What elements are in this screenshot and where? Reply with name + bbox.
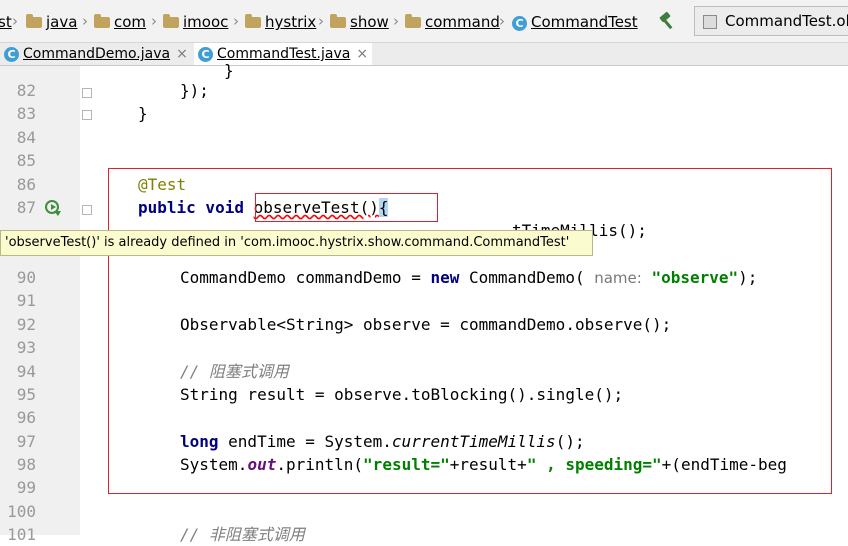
class-icon: C <box>198 47 213 62</box>
navigation-bar: st › java › com › imooc › hystrix › show… <box>0 0 848 43</box>
line-number: 94 <box>16 362 36 381</box>
run-config-icon <box>703 15 717 29</box>
line-number: 90 <box>16 268 36 287</box>
line-number: 83 <box>16 104 36 123</box>
tab-commanddemo[interactable]: C CommandDemo.java × <box>0 43 192 65</box>
breadcrumb-item-hystrix[interactable]: hystrix <box>245 12 316 32</box>
folder-icon <box>245 14 261 28</box>
folder-icon <box>330 14 346 28</box>
line-number: 97 <box>16 432 36 451</box>
close-icon[interactable]: × <box>356 46 368 62</box>
line-number: 85 <box>16 151 36 170</box>
chevron-right-icon: › <box>12 12 18 30</box>
fold-marker-icon[interactable] <box>82 110 92 120</box>
folder-icon <box>26 14 42 28</box>
code-line-81: } <box>224 61 234 80</box>
line-number: 84 <box>16 128 36 147</box>
class-icon: C <box>512 16 527 31</box>
folder-icon <box>94 14 110 28</box>
breadcrumb-item-show[interactable]: show <box>330 12 389 32</box>
line-number: 87 <box>16 198 36 217</box>
run-configuration-selector[interactable]: CommandTest.obs <box>694 6 848 36</box>
breadcrumb-item-commandtest[interactable]: C CommandTest <box>512 12 638 32</box>
code-line-82: }); <box>180 81 209 100</box>
build-hammer-icon[interactable] <box>657 10 679 32</box>
run-test-icon[interactable] <box>44 199 62 217</box>
close-icon[interactable]: × <box>176 46 188 62</box>
code-line-83: } <box>138 104 148 123</box>
class-icon: C <box>4 47 19 62</box>
chevron-right-icon: › <box>82 12 88 30</box>
folder-icon <box>163 14 179 28</box>
breadcrumb-item-com[interactable]: com <box>94 12 146 32</box>
line-number: 82 <box>16 81 36 100</box>
line-number: 98 <box>16 455 36 474</box>
breadcrumb-item-st[interactable]: st <box>0 12 12 32</box>
fold-marker-icon[interactable] <box>82 88 92 98</box>
folder-icon <box>405 14 421 28</box>
line-number: 101 <box>7 525 36 544</box>
chevron-right-icon: › <box>233 12 239 30</box>
highlight-box <box>108 168 832 494</box>
breadcrumb-item-java[interactable]: java <box>26 12 77 32</box>
highlight-box-method-name <box>255 193 438 222</box>
breadcrumb-item-imooc[interactable]: imooc <box>163 12 228 32</box>
fold-marker-icon[interactable] <box>82 205 92 215</box>
line-number: 93 <box>16 338 36 357</box>
editor-tab-bar: C CommandDemo.java × C CommandTest.java × <box>0 43 848 66</box>
breadcrumb-item-command[interactable]: command <box>405 12 500 32</box>
line-number: 92 <box>16 315 36 334</box>
chevron-right-icon: › <box>499 12 505 30</box>
error-tooltip: 'observeTest()' is already defined in 'c… <box>0 230 593 256</box>
line-number: 95 <box>16 385 36 404</box>
line-number: 86 <box>16 175 36 194</box>
line-number: 91 <box>16 291 36 310</box>
chevron-right-icon: › <box>318 12 324 30</box>
line-number: 99 <box>16 478 36 497</box>
chevron-right-icon: › <box>151 12 157 30</box>
line-number: 100 <box>7 502 36 521</box>
tab-commandtest[interactable]: C CommandTest.java × <box>194 43 373 65</box>
code-line-101: // 非阻塞式调用 <box>180 525 305 544</box>
line-number: 96 <box>16 408 36 427</box>
chevron-right-icon: › <box>393 12 399 30</box>
